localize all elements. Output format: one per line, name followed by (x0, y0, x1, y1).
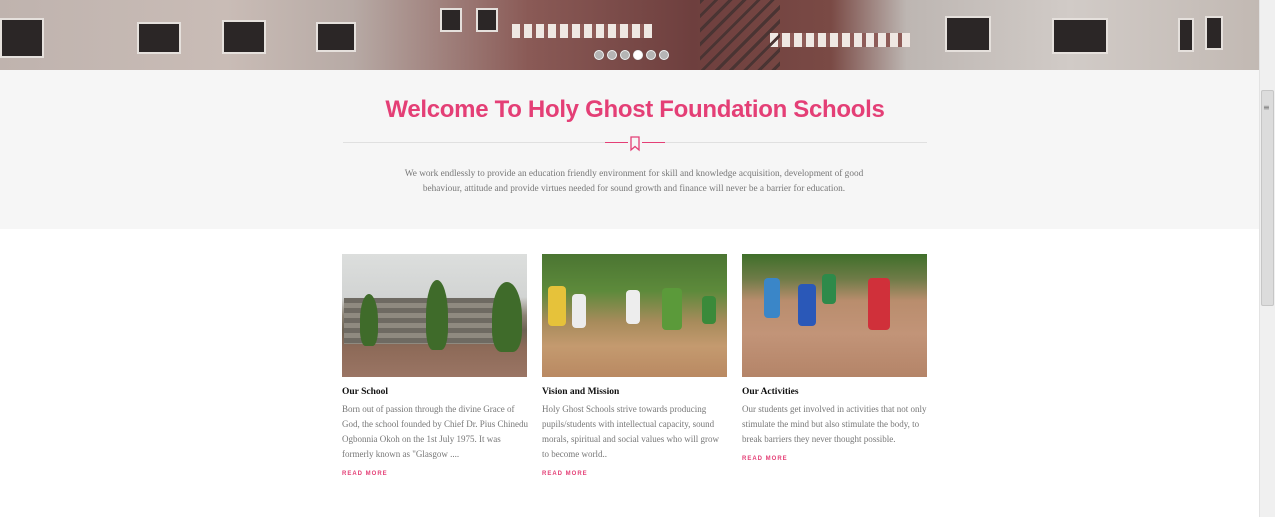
scrollbar-grip-icon: ≡ (1263, 103, 1270, 112)
hero-window (0, 18, 44, 58)
hero-window (316, 22, 356, 52)
card-text: Our students get involved in activities … (742, 404, 927, 444)
slider-dot-1[interactable] (594, 50, 604, 60)
tree-shape (492, 282, 522, 352)
tree-shape (360, 294, 378, 346)
hero-balcony-rail (770, 33, 910, 47)
card-title[interactable]: Our Activities (742, 387, 928, 397)
hero-window (137, 22, 181, 54)
tree-shape (426, 280, 448, 350)
welcome-title: Welcome To Holy Ghost Foundation Schools (385, 96, 885, 123)
hero-window (1178, 18, 1194, 52)
card-vision-mission: Vision and Mission Holy Ghost Schools st… (542, 254, 728, 477)
card-title[interactable]: Our School (342, 387, 528, 397)
runner-shape (798, 284, 816, 326)
read-more-link[interactable]: READ MORE (742, 456, 928, 462)
card-image-students-race[interactable] (742, 254, 927, 377)
slider-dot-5[interactable] (646, 50, 656, 60)
runner-shape (626, 290, 640, 324)
card-our-school: Our School Born out of passion through t… (342, 254, 528, 477)
hero-balcony-rail (512, 24, 652, 38)
slider-dot-6[interactable] (659, 50, 669, 60)
runner-shape (764, 278, 780, 318)
slider-pagination (594, 50, 669, 60)
read-more-link[interactable]: READ MORE (542, 471, 728, 477)
hero-window (1205, 16, 1223, 50)
scrollbar-thumb[interactable] (1261, 90, 1274, 306)
hero-window (440, 8, 462, 32)
hero-window (945, 16, 991, 52)
hero-window (476, 8, 498, 32)
slider-dot-3[interactable] (620, 50, 630, 60)
card-title[interactable]: Vision and Mission (542, 387, 728, 397)
runner-shape (548, 286, 566, 326)
slider-dot-2[interactable] (607, 50, 617, 60)
hero-staircase (700, 0, 780, 70)
welcome-intro: We work endlessly to provide an educatio… (404, 169, 864, 194)
card-our-activities: Our Activities Our students get involved… (742, 254, 928, 462)
runner-shape (662, 288, 682, 330)
hero-window (1052, 18, 1108, 54)
card-image-school-building[interactable] (342, 254, 527, 377)
runner-shape (572, 294, 586, 328)
hero-slider (0, 0, 1259, 70)
slider-dot-4[interactable] (633, 50, 643, 60)
runner-shape (822, 274, 836, 304)
card-image-students-running[interactable] (542, 254, 727, 377)
card-text: Born out of passion through the divine G… (342, 404, 528, 459)
vertical-scrollbar[interactable]: ≡ (1259, 0, 1275, 517)
bookmark-icon (628, 136, 642, 152)
runner-shape (702, 296, 716, 324)
runner-shape (868, 278, 890, 330)
hero-window (222, 20, 266, 54)
read-more-link[interactable]: READ MORE (342, 471, 528, 477)
card-text: Holy Ghost Schools strive towards produc… (542, 404, 719, 459)
welcome-section: Welcome To Holy Ghost Foundation Schools… (0, 70, 1259, 229)
